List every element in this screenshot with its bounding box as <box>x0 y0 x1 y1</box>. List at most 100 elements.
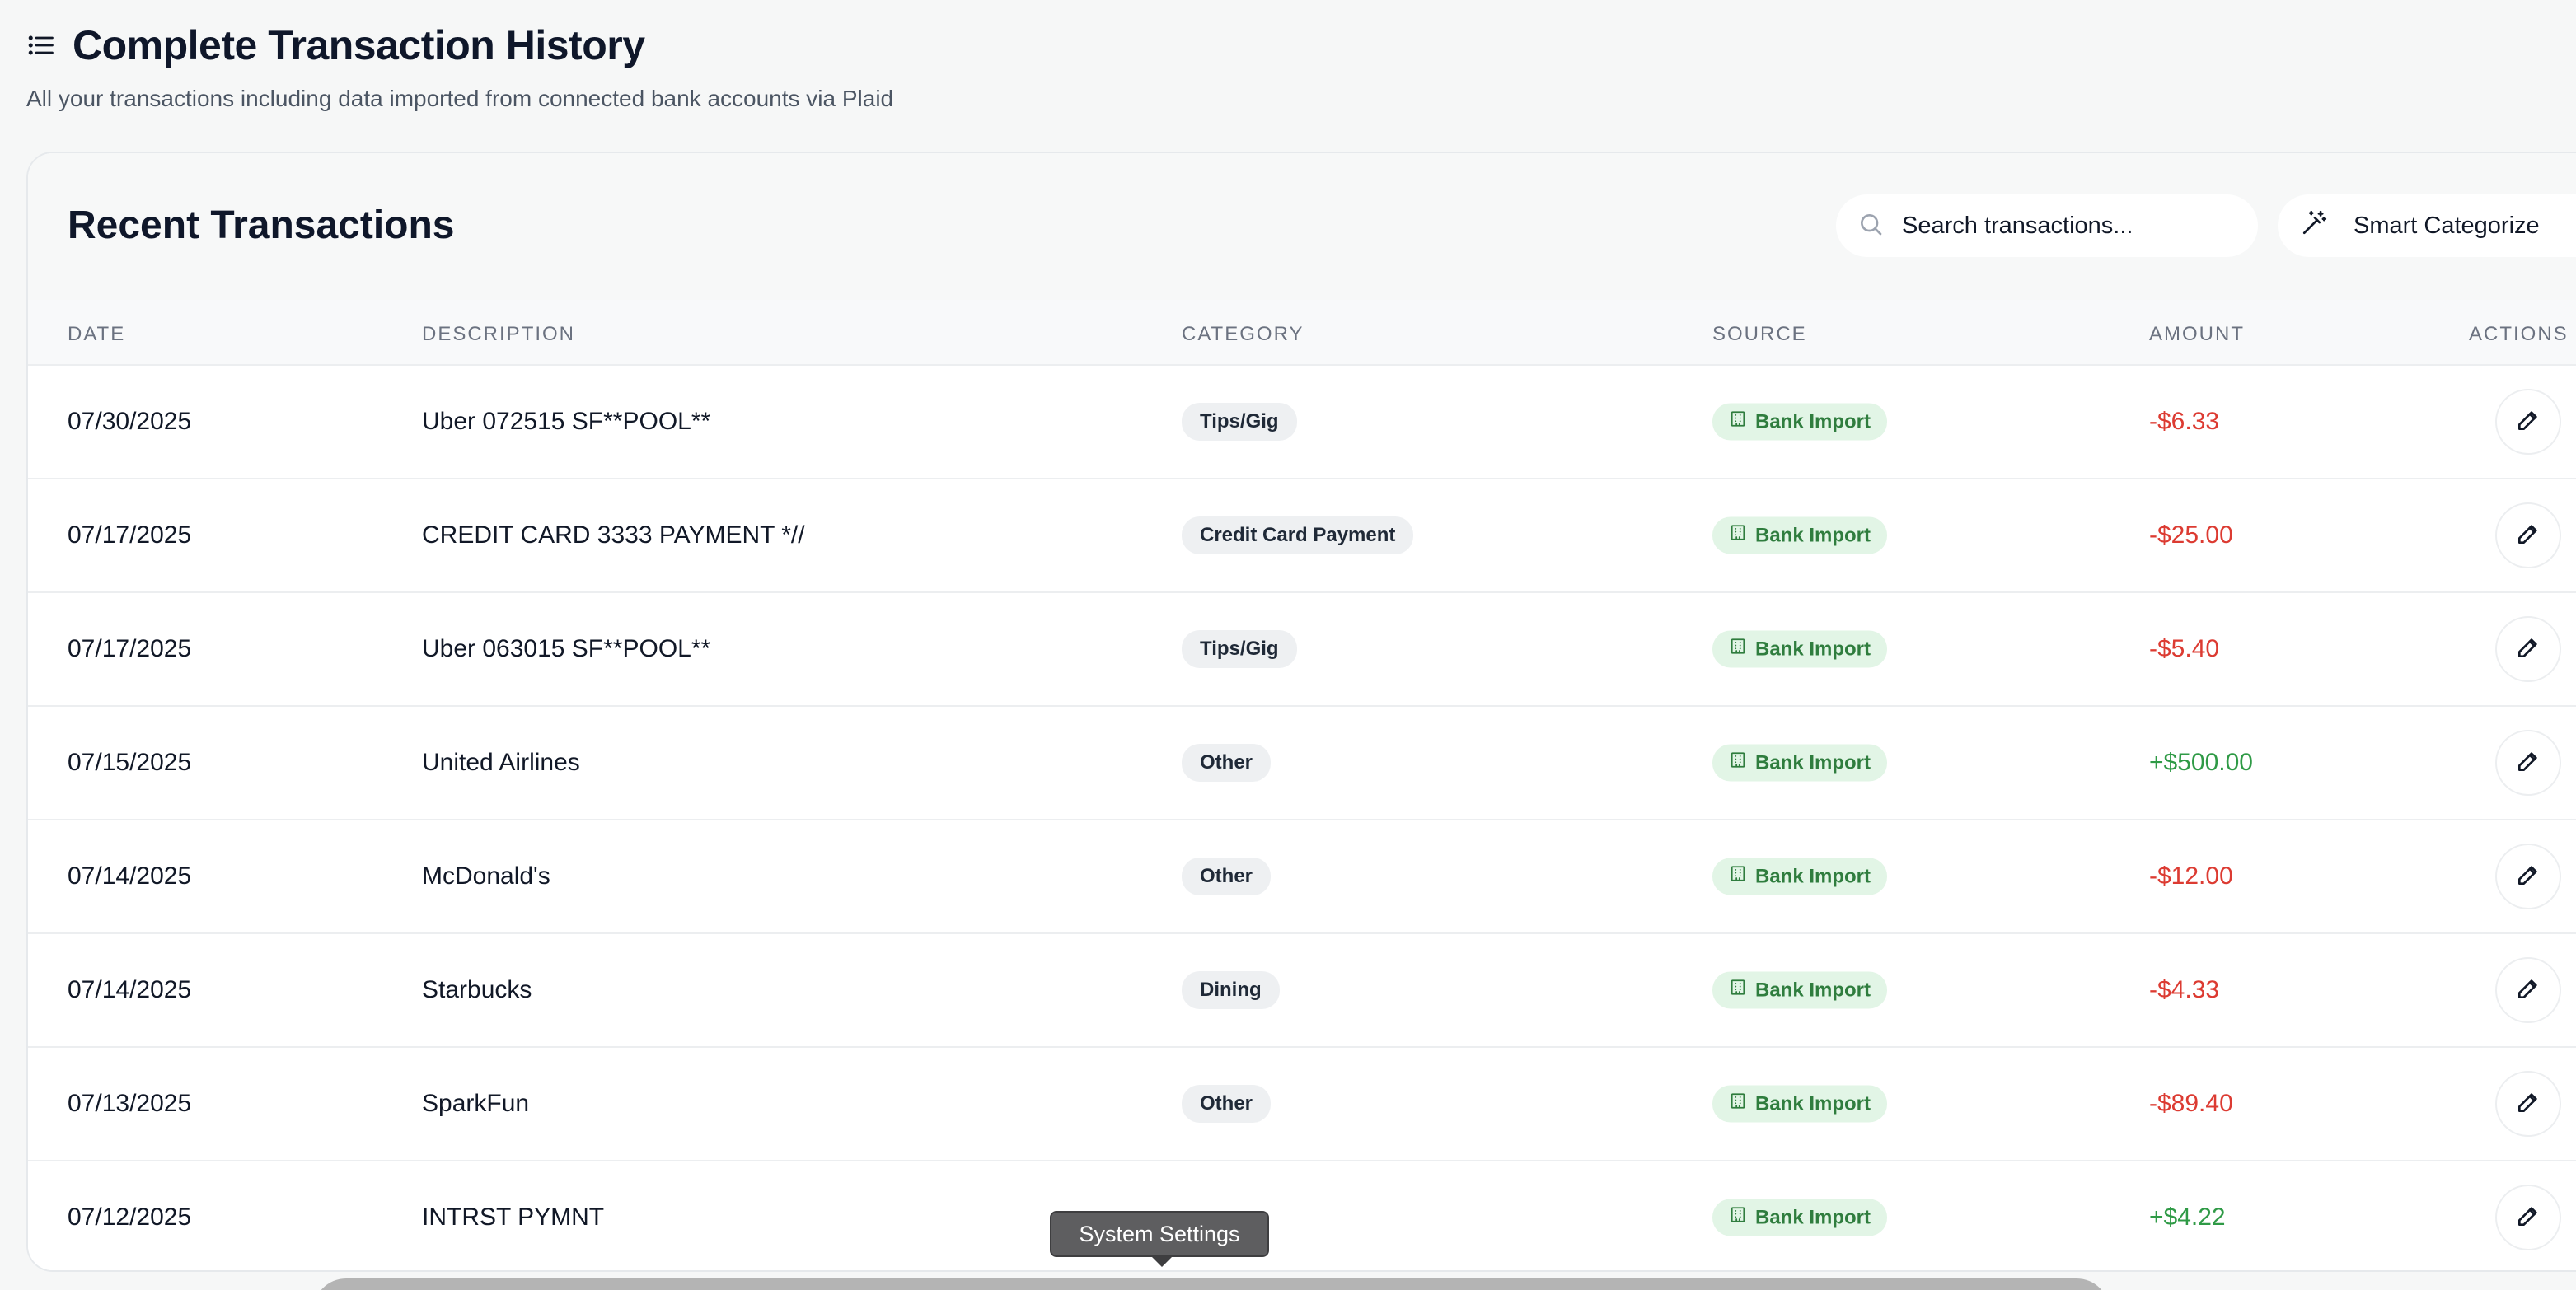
category-badge[interactable]: Other <box>1182 744 1272 782</box>
source-badge: Bank Import <box>1712 1199 1888 1236</box>
pencil-icon <box>2515 521 2541 551</box>
transaction-amount: -$89.40 <box>2149 1090 2233 1117</box>
bank-building-icon <box>1729 865 1747 889</box>
transaction-description: McDonald's <box>422 862 550 890</box>
smart-categorize-button[interactable]: Smart Categorize <box>2278 194 2576 257</box>
category-cell[interactable]: Tips/Gig <box>1182 630 1297 668</box>
transaction-description: CREDIT CARD 3333 PAYMENT *// <box>422 521 805 549</box>
column-description[interactable]: DESCRIPTION <box>422 323 575 346</box>
edit-button[interactable] <box>2495 957 2561 1023</box>
category-cell[interactable]: Tips/Gig <box>1182 403 1297 441</box>
column-source[interactable]: SOURCE <box>1712 323 1807 346</box>
card-header: Recent Transactions Search transactions.… <box>28 153 2576 300</box>
pencil-icon <box>2515 634 2541 665</box>
card-title: Recent Transactions <box>68 203 455 247</box>
edit-button[interactable] <box>2495 1185 2561 1250</box>
column-actions: ACTIONS <box>2469 323 2569 345</box>
table-header: DATE DESCRIPTION CATEGORY SOURCE AMOUNT … <box>28 300 2576 366</box>
pencil-icon <box>2515 1203 2541 1233</box>
pencil-icon <box>2515 862 2541 892</box>
transaction-date: 07/14/2025 <box>68 976 192 1003</box>
source-label: Bank Import <box>1755 410 1871 432</box>
source-cell: Bank Import <box>1712 403 1888 441</box>
source-badge: Bank Import <box>1712 744 1888 782</box>
category-cell[interactable]: Credit Card Payment <box>1182 516 1414 554</box>
category-badge[interactable]: Dining <box>1182 971 1280 1009</box>
table-row[interactable]: 07/30/2025 Uber 072515 SF**POOL** Tips/Gig… <box>28 366 2576 479</box>
source-cell: Bank Import <box>1712 971 1888 1009</box>
transaction-description: Uber 063015 SF**POOL** <box>422 635 711 662</box>
transaction-description: INTRST PYMNT <box>422 1204 605 1231</box>
transaction-date: 07/12/2025 <box>68 1204 192 1231</box>
pencil-icon <box>2515 748 2541 778</box>
edit-button[interactable] <box>2495 730 2561 796</box>
transaction-history-page: Complete Transaction History All your tr… <box>0 0 2576 1290</box>
edit-button[interactable] <box>2495 1071 2561 1137</box>
column-category[interactable]: CATEGORY <box>1182 323 1304 346</box>
bank-building-icon <box>1729 638 1747 661</box>
dock[interactable] <box>313 1278 2110 1290</box>
source-label: Bank Import <box>1755 524 1871 546</box>
source-cell: Bank Import <box>1712 744 1888 782</box>
title-row: Complete Transaction History <box>26 21 893 69</box>
category-cell[interactable]: Other <box>1182 1085 1272 1123</box>
category-badge[interactable]: Other <box>1182 858 1272 895</box>
pencil-icon <box>2515 975 2541 1006</box>
table-row[interactable]: 07/17/2025 CREDIT CARD 3333 PAYMENT *// Cr… <box>28 479 2576 593</box>
source-label: Bank Import <box>1755 1206 1871 1228</box>
transaction-amount: -$25.00 <box>2149 521 2233 549</box>
edit-button[interactable] <box>2495 844 2561 909</box>
column-date[interactable]: DATE <box>68 323 125 346</box>
transaction-amount: -$6.33 <box>2149 408 2220 435</box>
category-badge[interactable]: Other <box>1182 1085 1272 1123</box>
transaction-date: 07/14/2025 <box>68 862 192 890</box>
bank-building-icon <box>1729 410 1747 434</box>
table-row[interactable]: 07/12/2025 INTRST PYMNT Bank Import +$4.22 <box>28 1161 2576 1270</box>
table-row[interactable]: 07/14/2025 McDonald's Other Bank Import -$12… <box>28 820 2576 934</box>
source-badge: Bank Import <box>1712 630 1888 668</box>
source-badge: Bank Import <box>1712 403 1888 441</box>
category-cell[interactable]: Other <box>1182 744 1272 782</box>
category-badge[interactable]: Tips/Gig <box>1182 403 1297 441</box>
search-input[interactable] <box>1902 212 2240 240</box>
transaction-date: 07/17/2025 <box>68 635 192 662</box>
edit-button[interactable] <box>2495 616 2561 682</box>
transaction-date: 07/13/2025 <box>68 1090 192 1117</box>
bank-building-icon <box>1729 1206 1747 1230</box>
transaction-amount: -$4.33 <box>2149 976 2220 1003</box>
source-label: Bank Import <box>1755 865 1871 887</box>
transaction-amount: -$5.40 <box>2149 635 2220 662</box>
source-cell: Bank Import <box>1712 1199 1888 1236</box>
source-cell: Bank Import <box>1712 630 1888 668</box>
edit-button[interactable] <box>2495 502 2561 568</box>
bank-building-icon <box>1729 1092 1747 1116</box>
table-row[interactable]: 07/13/2025 SparkFun Other Bank Import -$89.4… <box>28 1048 2576 1161</box>
transaction-description: United Airlines <box>422 749 580 776</box>
list-icon <box>26 30 56 60</box>
search-box[interactable] <box>1836 194 2258 257</box>
transaction-description: SparkFun <box>422 1090 530 1117</box>
table-row[interactable]: 07/14/2025 Starbucks Dining Bank Import -$4.… <box>28 934 2576 1048</box>
category-badge[interactable]: Credit Card Payment <box>1182 516 1414 554</box>
table-row[interactable]: 07/15/2025 United Airlines Other Bank Impor… <box>28 707 2576 820</box>
smart-categorize-label: Smart Categorize <box>2354 212 2540 239</box>
tooltip-arrow <box>1150 1255 1173 1267</box>
pencil-icon <box>2515 1089 2541 1119</box>
category-badge[interactable]: Tips/Gig <box>1182 630 1297 668</box>
transaction-date: 07/30/2025 <box>68 408 192 435</box>
page-title: Complete Transaction History <box>73 22 645 68</box>
source-label: Bank Import <box>1755 979 1871 1001</box>
category-cell[interactable]: Dining <box>1182 971 1280 1009</box>
bank-building-icon <box>1729 979 1747 1003</box>
transaction-amount: +$4.22 <box>2149 1204 2226 1231</box>
source-badge: Bank Import <box>1712 516 1888 554</box>
transaction-description: Uber 072515 SF**POOL** <box>422 408 711 435</box>
transactions-card: Recent Transactions Search transactions.… <box>26 152 2576 1272</box>
category-cell[interactable]: Other <box>1182 858 1272 895</box>
column-amount[interactable]: AMOUNT <box>2149 323 2245 346</box>
edit-button[interactable] <box>2495 389 2561 455</box>
table-row[interactable]: 07/17/2025 Uber 063015 SF**POOL** Tips/Gig… <box>28 593 2576 707</box>
source-cell: Bank Import <box>1712 516 1888 554</box>
transaction-date: 07/17/2025 <box>68 521 192 549</box>
transaction-date: 07/15/2025 <box>68 749 192 776</box>
